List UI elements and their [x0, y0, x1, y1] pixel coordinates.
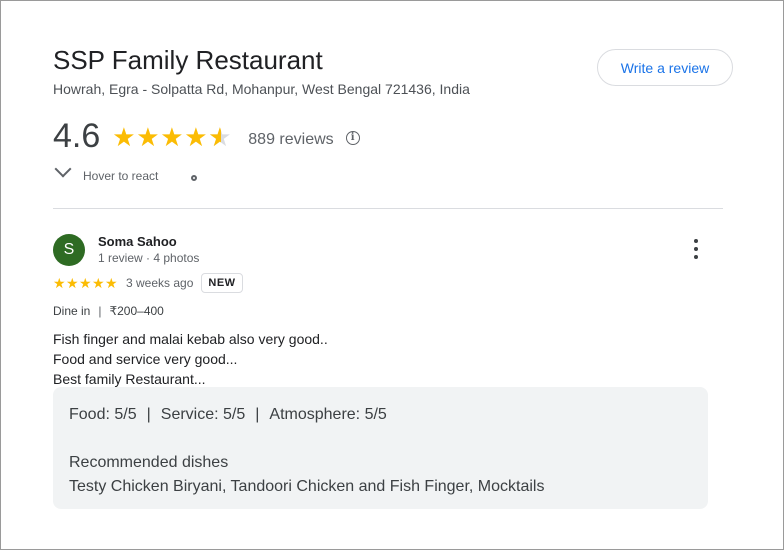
write-review-button[interactable]: Write a review: [597, 49, 733, 86]
atmosphere-rating: Atmosphere: 5/5: [269, 406, 387, 423]
service-rating: Service: 5/5: [160, 406, 246, 423]
info-icon[interactable]: i: [345, 130, 360, 145]
attribute-separator: |: [146, 406, 151, 423]
star-icon: ★: [112, 121, 136, 152]
star-icon: ★: [92, 275, 105, 291]
attribute-separator: |: [255, 406, 260, 423]
review-text-line: Food and service very good...: [53, 351, 238, 367]
review-text-line: Best family Restaurant...: [53, 371, 206, 387]
review-time: 3 weeks ago: [126, 276, 194, 290]
price-range: ₹200–400: [109, 304, 164, 318]
avatar[interactable]: S: [53, 234, 85, 266]
rating-summary: 4.6 ★ ★ ★ ★ ★★ 889 reviews i: [53, 117, 360, 156]
reviews-dialog: SSP Family Restaurant Howrah, Egra - Sol…: [0, 0, 784, 550]
recommended-dishes-label: Recommended dishes: [69, 454, 229, 471]
rating-value: 4.6: [53, 117, 101, 155]
star-icon: ★: [184, 121, 208, 152]
review-text: Fish finger and malai kebab also very go…: [53, 329, 328, 389]
divider: [53, 208, 723, 209]
star-icon: ★: [53, 275, 66, 291]
star-icon: ★: [160, 121, 184, 152]
star-icon: ★: [105, 275, 118, 291]
attribute-ratings: Food: 5/5 | Service: 5/5 | Atmosphere: 5…: [69, 406, 387, 424]
half-star-icon: ★★: [208, 121, 232, 152]
star-icon: ★: [79, 275, 92, 291]
review-rating-row: ★ ★ ★ ★ ★ 3 weeks ago NEW: [53, 273, 243, 293]
recommended-dishes: Testy Chicken Biryani, Tandoori Chicken …: [69, 478, 545, 495]
more-vert-icon[interactable]: [685, 237, 707, 261]
restaurant-address: Howrah, Egra - Solpatta Rd, Mohanpur, We…: [53, 81, 470, 97]
review-stars: ★ ★ ★ ★ ★: [53, 276, 118, 290]
react-share-row: Hover to react: [53, 167, 253, 187]
review-details-box: Food: 5/5 | Service: 5/5 | Atmosphere: 5…: [53, 387, 708, 509]
reviewer-name[interactable]: Soma Sahoo: [98, 234, 177, 249]
share-icon[interactable]: [191, 175, 197, 181]
reviewer-meta: 1 review · 4 photos: [98, 251, 200, 265]
review-text-line: Fish finger and malai kebab also very go…: [53, 331, 328, 347]
star-icon: ★: [66, 275, 79, 291]
restaurant-name: SSP Family Restaurant: [53, 45, 323, 75]
new-badge: NEW: [201, 273, 243, 293]
rating-stars: ★ ★ ★ ★ ★★: [112, 124, 232, 150]
review-count[interactable]: 889 reviews: [248, 131, 333, 149]
hover-to-react-label[interactable]: Hover to react: [83, 169, 158, 183]
dine-separator: |: [98, 304, 102, 318]
star-icon: ★: [136, 121, 160, 152]
dine-type: Dine in: [53, 304, 91, 318]
chevron-down-icon[interactable]: [54, 167, 72, 178]
dine-info: Dine in | ₹200–400: [53, 304, 164, 318]
food-rating: Food: 5/5: [69, 406, 137, 423]
